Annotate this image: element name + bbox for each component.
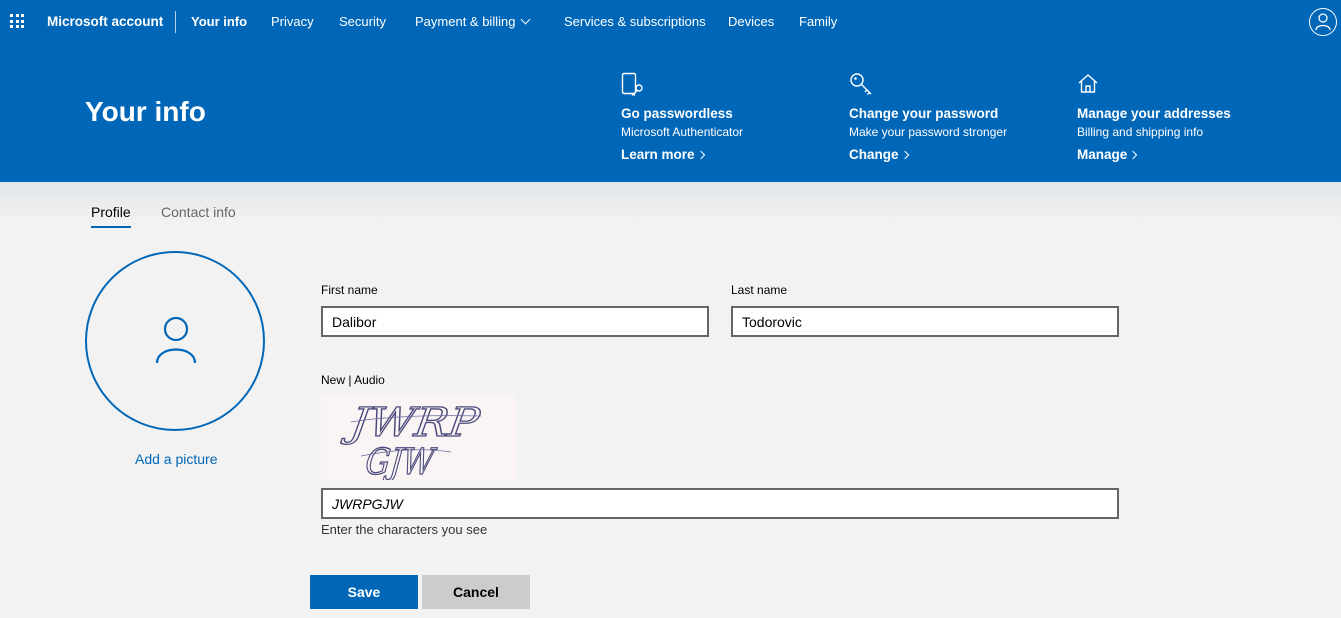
quick-link-subtitle: Make your password stronger: [849, 125, 1008, 139]
nav-item-services-subscriptions[interactable]: Services & subscriptions: [564, 14, 706, 29]
captcha-new-link[interactable]: New: [321, 373, 345, 387]
quick-link-change-password: Change your password Make your password …: [849, 72, 1069, 164]
captcha-options: New | Audio: [321, 373, 385, 387]
tab-contact-info[interactable]: Contact info: [161, 204, 236, 220]
quick-link-subtitle: Billing and shipping info: [1077, 125, 1204, 139]
first-name-label: First name: [321, 283, 378, 297]
brand-title[interactable]: Microsoft account: [47, 14, 163, 29]
captcha-image-drawing: JWRP GJW: [339, 400, 484, 484]
svg-text:JWRP: JWRP: [340, 400, 483, 446]
captcha-input[interactable]: [321, 488, 1119, 519]
account-avatar-button[interactable]: [1309, 8, 1337, 36]
nav-item-payment-billing[interactable]: Payment & billing: [415, 14, 531, 29]
quick-link-title: Change your password: [849, 106, 999, 121]
nav-divider: [175, 11, 176, 33]
captcha-audio-link[interactable]: Audio: [354, 373, 385, 387]
chevron-right-icon: [1129, 150, 1138, 160]
change-label: Change: [849, 147, 899, 162]
last-name-label: Last name: [731, 283, 788, 297]
captcha-separator: |: [345, 373, 355, 387]
change-password-link[interactable]: Change: [849, 147, 909, 162]
phone-key-icon: [621, 72, 841, 98]
chevron-right-icon: [696, 150, 705, 160]
chevron-right-icon: [900, 150, 909, 160]
quick-link-passwordless: Go passwordless Microsoft Authenticator …: [621, 72, 841, 164]
svg-text:GJW: GJW: [364, 441, 439, 480]
nav-item-security[interactable]: Security: [339, 14, 386, 29]
first-name-field[interactable]: [321, 306, 709, 337]
person-icon: [155, 317, 197, 364]
learn-more-link[interactable]: Learn more: [621, 147, 705, 162]
cancel-button[interactable]: Cancel: [422, 575, 530, 609]
tab-profile[interactable]: Profile: [91, 204, 131, 228]
person-icon: [1315, 13, 1331, 31]
manage-addresses-link[interactable]: Manage: [1077, 147, 1138, 162]
nav-item-your-info[interactable]: Your info: [191, 14, 247, 29]
home-icon: [1077, 72, 1297, 98]
save-button[interactable]: Save: [310, 575, 418, 609]
captcha-hint: Enter the characters you see: [321, 522, 488, 537]
quick-link-subtitle: Microsoft Authenticator: [621, 125, 744, 139]
top-navigation-bar: Microsoft account Your info Privacy Secu…: [0, 0, 1341, 44]
learn-more-label: Learn more: [621, 147, 695, 162]
waffle-icon[interactable]: [10, 14, 24, 28]
last-name-field[interactable]: [731, 306, 1119, 337]
quick-link-title: Go passwordless: [621, 106, 733, 121]
nav-item-privacy[interactable]: Privacy: [271, 14, 314, 29]
manage-label: Manage: [1077, 147, 1128, 162]
quick-link-title: Manage your addresses: [1077, 106, 1231, 121]
nav-item-devices[interactable]: Devices: [728, 14, 774, 29]
hero-banner: Your info Go passwordless Microsoft Auth…: [0, 44, 1341, 182]
key-icon: [849, 72, 1069, 98]
chevron-down-icon: [521, 14, 531, 25]
page-title: Your info: [85, 96, 206, 127]
captcha-image: JWRP GJW: [321, 394, 516, 484]
nav-item-family[interactable]: Family: [799, 14, 837, 29]
quick-link-manage-addresses: Manage your addresses Billing and shippi…: [1077, 72, 1297, 164]
nav-item-payment-billing-label: Payment & billing: [415, 14, 516, 29]
add-picture-link[interactable]: Add a picture: [135, 451, 218, 467]
profile-picture-placeholder[interactable]: [85, 251, 265, 431]
